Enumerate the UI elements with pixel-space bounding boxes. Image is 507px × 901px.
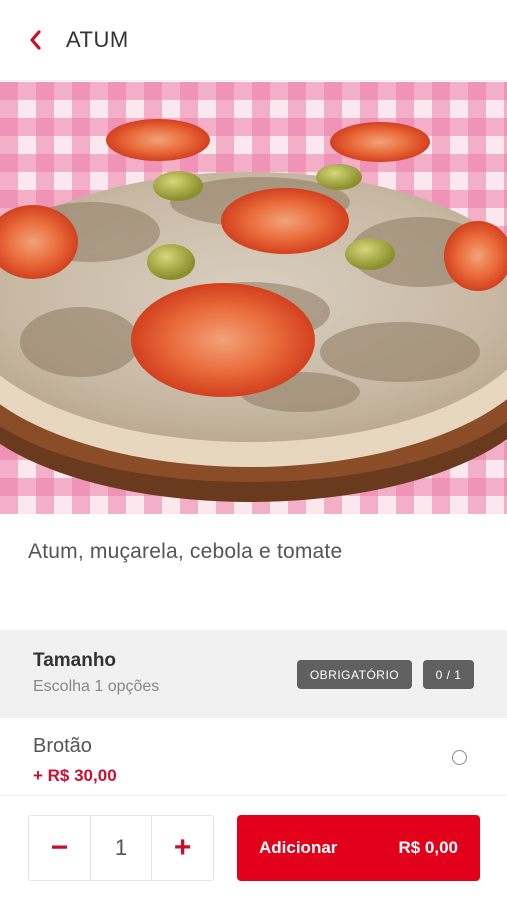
- increment-button[interactable]: +: [152, 816, 213, 880]
- footer-bar: − 1 + Adicionar R$ 0,00: [0, 795, 507, 901]
- add-to-cart-button[interactable]: Adicionar R$ 0,00: [237, 815, 480, 881]
- selection-count-badge: 0 / 1: [423, 660, 474, 689]
- size-section-header: Tamanho Escolha 1 opções OBRIGATÓRIO 0 /…: [0, 630, 507, 718]
- section-subtitle: Escolha 1 opções: [33, 678, 160, 695]
- section-title: Tamanho: [33, 650, 117, 671]
- option-name: Brotão: [33, 735, 92, 757]
- app-header: ATUM: [0, 0, 507, 81]
- back-button[interactable]: [14, 19, 56, 61]
- decrement-button[interactable]: −: [29, 816, 90, 880]
- quantity-value: 1: [89, 816, 153, 880]
- radio-unchecked-icon[interactable]: [452, 750, 467, 765]
- chevron-left-icon: [30, 30, 41, 50]
- product-image: [0, 82, 507, 514]
- option-price: + R$ 30,00: [33, 766, 117, 785]
- add-button-price: R$ 0,00: [398, 838, 458, 857]
- add-button-label: Adicionar: [259, 838, 338, 857]
- product-description: Atum, muçarela, cebola e tomate: [28, 540, 343, 563]
- page-title: ATUM: [66, 27, 129, 52]
- option-item-brotao[interactable]: Brotão + R$ 30,00: [0, 718, 507, 794]
- quantity-stepper: − 1 +: [28, 815, 214, 881]
- required-badge: OBRIGATÓRIO: [297, 660, 412, 689]
